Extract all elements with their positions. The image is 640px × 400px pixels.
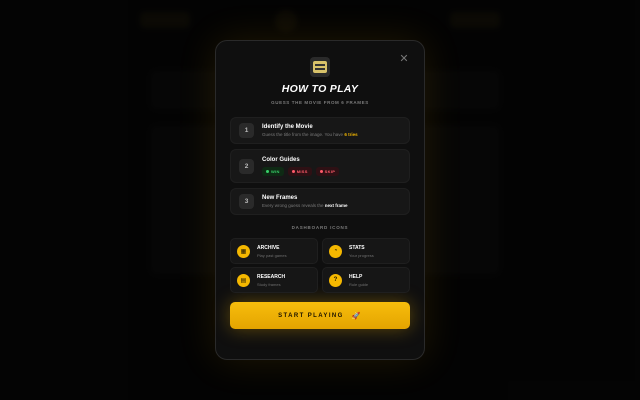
start-playing-button[interactable]: START PLAYING 🚀 <box>230 302 410 329</box>
step-number: 2 <box>239 158 254 174</box>
chip-skip: SKIP <box>315 166 340 176</box>
rocket-icon: 🚀 <box>351 312 362 320</box>
icon-card-archive: ▦ ARCHIVE Play past games <box>230 238 318 264</box>
dot-icon <box>291 169 295 173</box>
step-description: Guess the title from the image. You have… <box>262 132 358 137</box>
next-frame-highlight: next frame <box>324 203 348 208</box>
chip-miss: MISS <box>287 166 312 176</box>
icon-card-help: ? HELP Rule guide <box>322 267 410 293</box>
tries-highlight: 6 tries <box>344 132 358 137</box>
step-title: New Frames <box>262 195 298 201</box>
step-color-guides: 2 Color Guides WIN MISS SKIP <box>230 149 410 183</box>
dot-icon <box>266 169 269 173</box>
icon-description: Play past games <box>257 252 287 258</box>
icon-card-stats: ◔ STATS Your progress <box>322 238 410 264</box>
start-playing-label: START PLAYING <box>278 312 344 319</box>
color-chips: WIN MISS SKIP <box>262 166 340 176</box>
icon-card-research: ▤ RESEARCH Study frames <box>230 267 318 293</box>
dashboard-icons-grid: ▦ ARCHIVE Play past games ◔ STATS Your p… <box>230 238 410 293</box>
book-icon: ▤ <box>237 273 250 287</box>
chip-label: SKIP <box>324 168 336 174</box>
calendar-icon: ▦ <box>237 244 250 258</box>
icon-title: RESEARCH <box>257 273 286 280</box>
icon-title: STATS <box>349 244 365 251</box>
step-desc-text: Guess the title from the image. You have <box>262 132 345 137</box>
step-number: 3 <box>239 194 254 209</box>
close-icon[interactable]: ✕ <box>398 53 410 65</box>
step-title: Color Guides <box>262 156 300 163</box>
icon-description: Your progress <box>349 252 374 258</box>
chip-win: WIN <box>262 166 284 176</box>
step-number: 1 <box>239 123 254 138</box>
step-title: Identify the Movie <box>262 124 313 130</box>
step-description: Every wrong guess reveals the next frame <box>262 203 348 208</box>
modal-subtitle: GUESS THE MOVIE FROM 6 FRAMES <box>271 100 369 105</box>
icon-title: ARCHIVE <box>257 244 280 251</box>
step-desc-text: Every wrong guess reveals the <box>262 203 325 208</box>
icon-description: Rule guide <box>349 281 369 287</box>
step-new-frames: 3 New Frames Every wrong guess reveals t… <box>230 188 410 215</box>
dot-icon <box>319 169 323 173</box>
step-identify-movie: 1 Identify the Movie Guess the title fro… <box>230 117 410 144</box>
how-to-play-modal: ✕ HOW TO PLAY GUESS THE MOVIE FROM 6 FRA… <box>215 40 425 360</box>
chip-label: MISS <box>296 168 308 174</box>
icon-description: Study frames <box>257 281 281 287</box>
steps-list: 1 Identify the Movie Guess the title fro… <box>230 117 410 215</box>
help-icon: ? <box>329 273 342 287</box>
dashboard-icons-heading: DASHBOARD ICONS <box>291 225 349 230</box>
icon-title: HELP <box>349 273 363 280</box>
chip-label: WIN <box>271 168 280 174</box>
stats-icon: ◔ <box>329 244 342 258</box>
clapperboard-icon <box>310 57 330 77</box>
modal-title: HOW TO PLAY <box>281 83 359 95</box>
